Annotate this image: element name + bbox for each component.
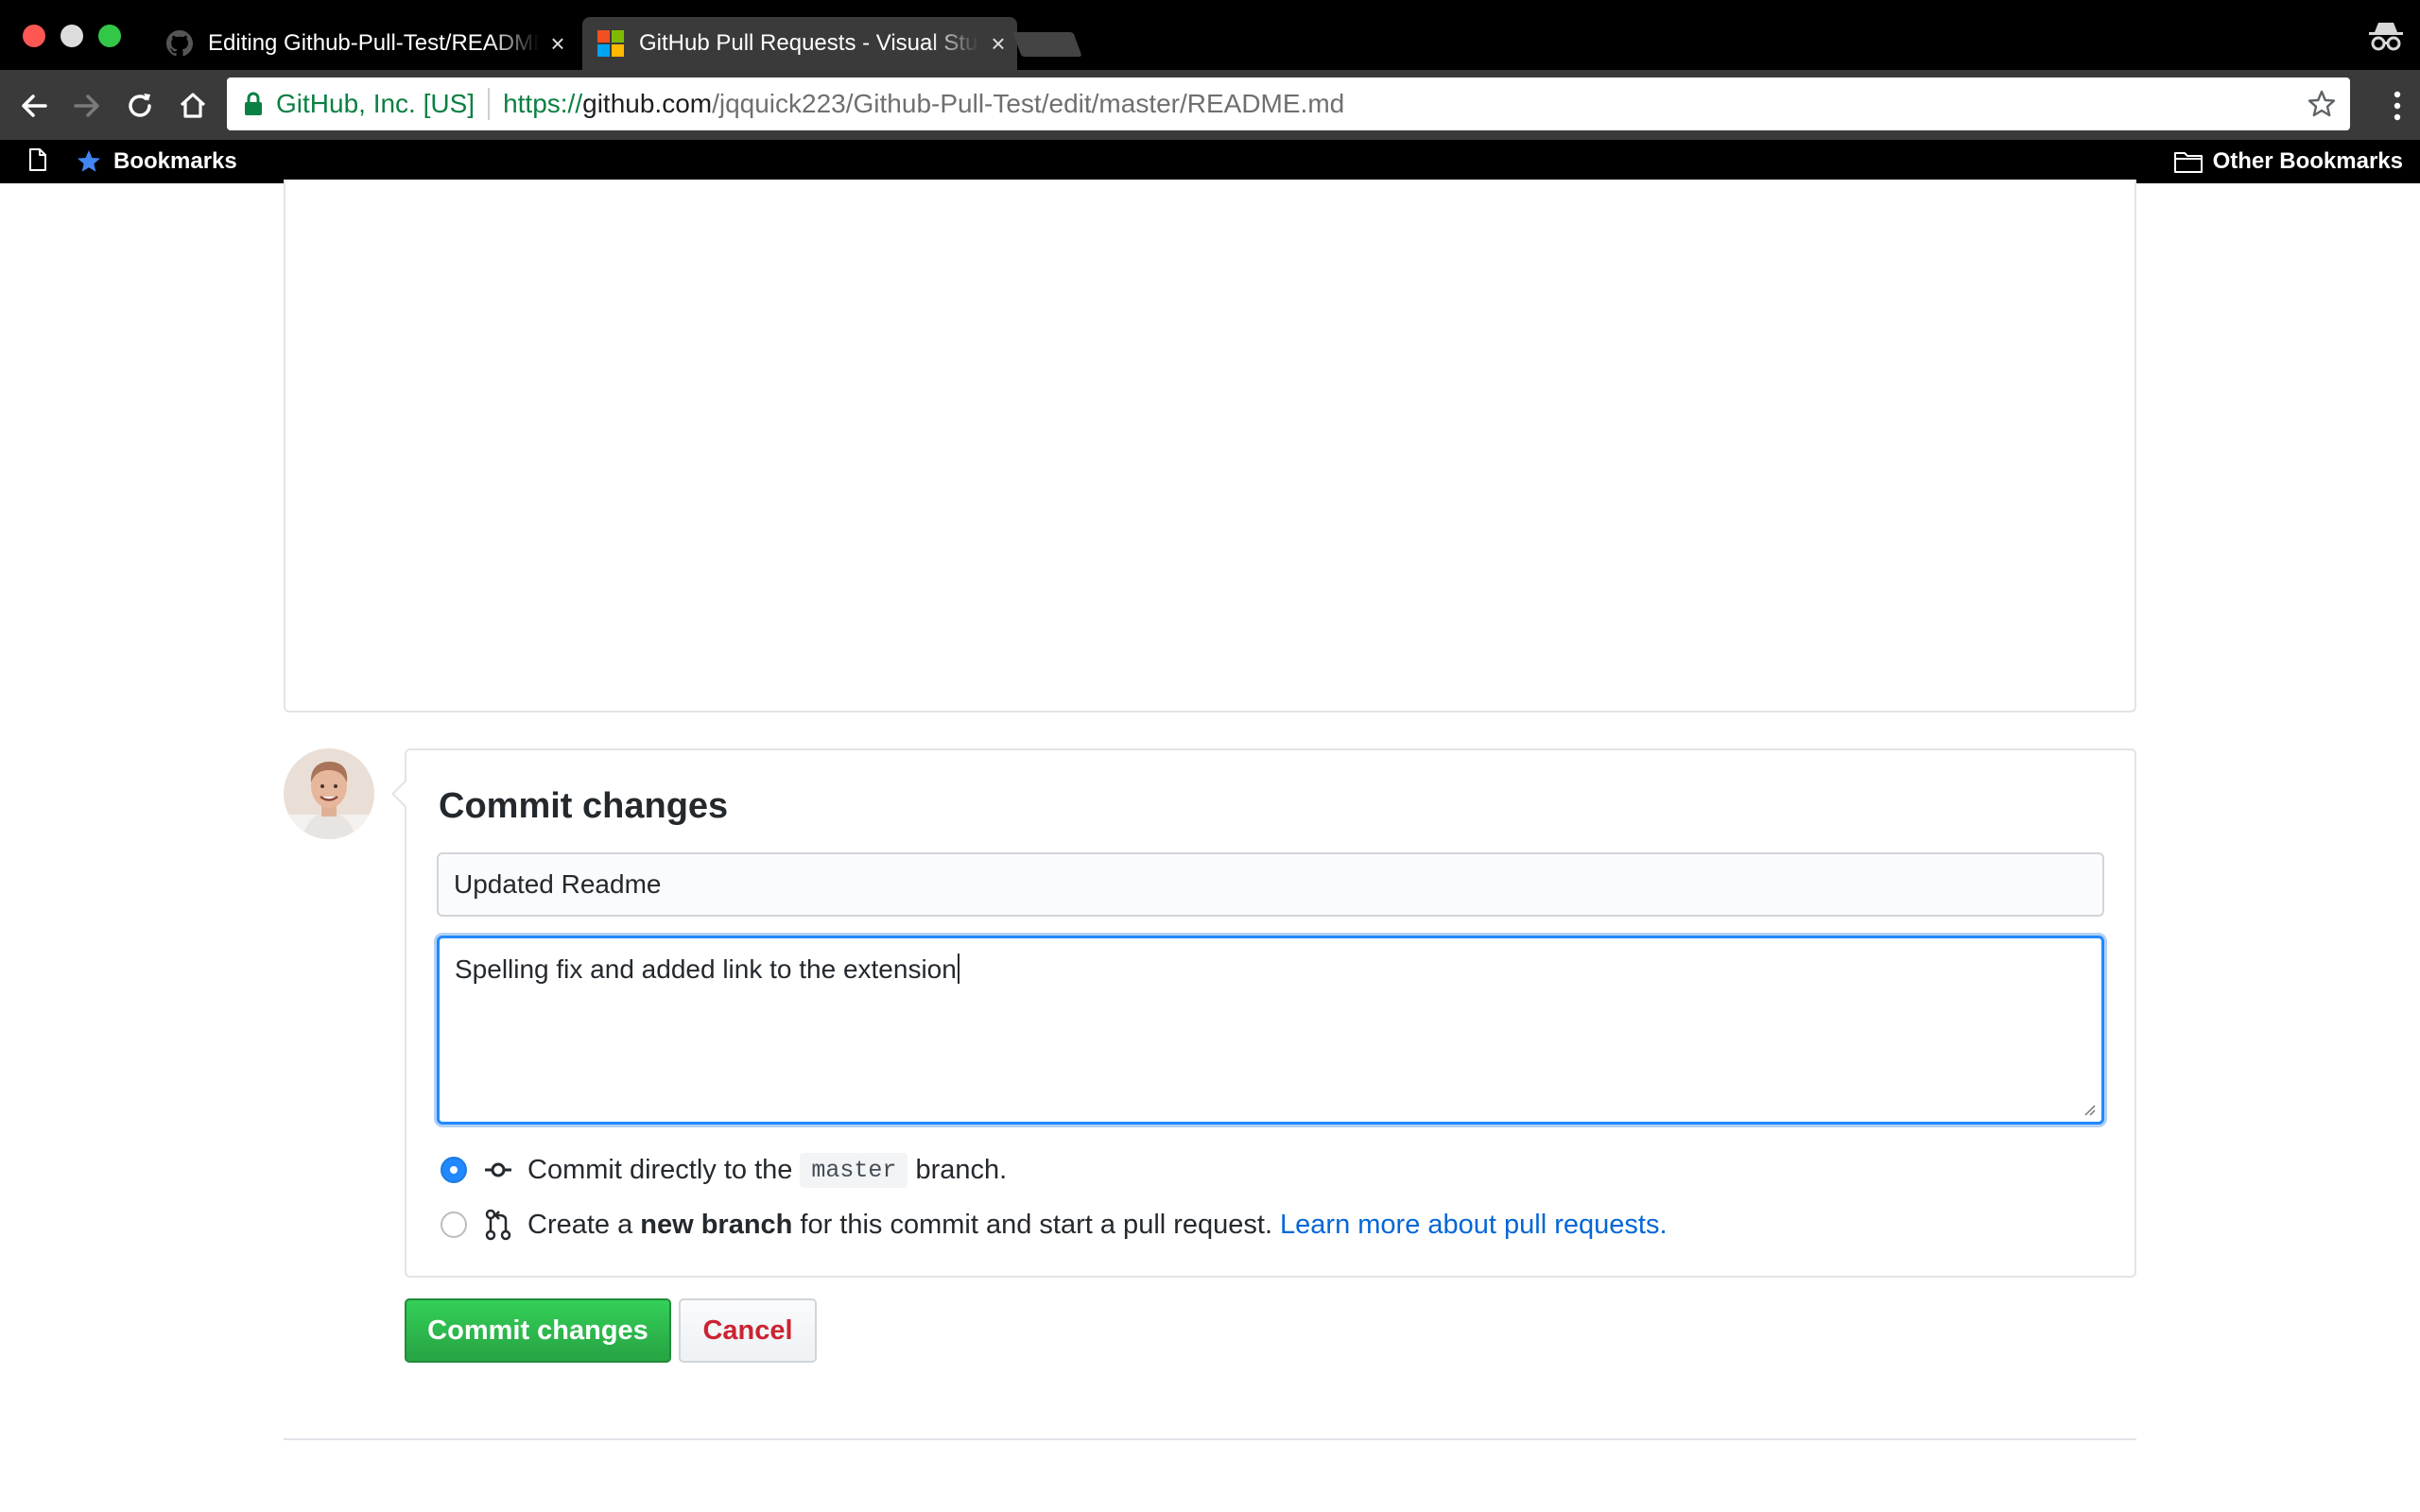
commit-direct-prefix: Commit directly to the (527, 1154, 793, 1185)
text-caret (957, 954, 959, 984)
other-bookmarks-label: Other Bookmarks (2212, 148, 2403, 174)
tab-close-icon[interactable]: × (539, 29, 577, 59)
commit-form: Commit changes Spelling fix and added li… (391, 748, 2136, 1278)
security-label: GitHub, Inc. [US] (276, 89, 475, 118)
commit-direct-option[interactable]: Commit directly to the master branch. (441, 1149, 1007, 1191)
git-commit-icon (485, 1162, 511, 1177)
home-button[interactable] (172, 85, 214, 127)
tab-title: GitHub Pull Requests - Visual Studio Mar… (639, 30, 979, 56)
tab-close-icon[interactable]: × (979, 29, 1017, 59)
avatar[interactable] (284, 748, 374, 839)
new-branch-radio[interactable] (441, 1211, 467, 1238)
window-close-button[interactable] (23, 25, 45, 47)
bookmarks-bar: Bookmarks Other Bookmarks (0, 140, 2420, 183)
lock-icon (245, 92, 262, 115)
commit-direct-radio[interactable] (441, 1157, 467, 1183)
learn-more-pull-requests-link[interactable]: Learn more about pull requests. (1280, 1210, 1667, 1241)
bookmark-star-icon[interactable] (2307, 89, 2337, 119)
new-branch-option[interactable]: Create a new branch for this commit and … (441, 1204, 1668, 1246)
tab-pull-requests-marketplace[interactable]: GitHub Pull Requests - Visual Studio Mar… (582, 17, 1017, 70)
branch-name-badge: master (800, 1152, 908, 1188)
commit-description-textarea[interactable]: Spelling fix and added link to the exten… (437, 936, 2104, 1125)
resize-handle-icon[interactable] (2081, 1101, 2096, 1116)
user-avatar-image (284, 748, 374, 839)
file-editor-area[interactable] (284, 180, 2136, 713)
new-branch-emphasis: new branch (640, 1209, 793, 1240)
browser-chrome: Editing Github-Pull-Test/README.md × Git… (0, 0, 2420, 183)
tab-strip: Editing Github-Pull-Test/README.md × Git… (0, 0, 2420, 70)
address-bar[interactable]: GitHub, Inc. [US] https:// github.com /j… (227, 77, 2350, 130)
speech-arrow-inner (394, 781, 407, 807)
forward-arrow-icon (74, 94, 99, 117)
forward-button[interactable] (66, 85, 108, 127)
commit-description-text: Spelling fix and added link to the exten… (455, 954, 957, 984)
cancel-button[interactable]: Cancel (679, 1298, 817, 1363)
home-icon (180, 93, 206, 118)
page-content: Commit changes Spelling fix and added li… (0, 180, 2420, 1512)
reload-icon (129, 94, 151, 117)
back-arrow-icon (22, 94, 47, 117)
bookmarks-folder[interactable]: Bookmarks (76, 140, 237, 183)
back-button[interactable] (13, 85, 55, 127)
tab-title: Editing Github-Pull-Test/README.md (208, 30, 539, 56)
window-minimize-button[interactable] (60, 25, 83, 47)
url-host: github.com (582, 89, 713, 118)
browser-toolbar: GitHub, Inc. [US] https:// github.com /j… (0, 70, 2420, 140)
footer-divider (284, 1438, 2136, 1440)
other-bookmarks-folder[interactable]: Other Bookmarks (2173, 140, 2403, 183)
commit-changes-button[interactable]: Commit changes (405, 1298, 671, 1363)
window-zoom-button[interactable] (98, 25, 121, 47)
commit-summary-input[interactable] (437, 852, 2104, 917)
page-icon[interactable] (28, 147, 47, 172)
new-branch-suffix: for this commit and start a pull request… (800, 1209, 1273, 1240)
bookmarks-label: Bookmarks (113, 148, 237, 174)
github-octocat-icon (166, 30, 193, 57)
url-path: /jqquick223/Github-Pull-Test/edit/master… (712, 89, 1345, 118)
folder-icon (2173, 152, 2203, 173)
commit-heading: Commit changes (439, 786, 729, 826)
browser-menu-icon[interactable] (2388, 85, 2407, 127)
new-tab-button[interactable] (1012, 32, 1082, 57)
url-scheme: https:// (503, 89, 583, 118)
new-branch-prefix: Create a (527, 1209, 633, 1240)
bookmarks-star-icon (78, 150, 100, 172)
git-pull-request-icon (485, 1209, 511, 1241)
reload-button[interactable] (119, 85, 161, 127)
incognito-icon (2369, 23, 2403, 51)
commit-direct-suffix: branch. (915, 1154, 1008, 1185)
address-separator (488, 88, 491, 120)
microsoft-logo-icon (597, 30, 624, 57)
tab-editing-readme[interactable]: Editing Github-Pull-Test/README.md × (142, 17, 577, 70)
